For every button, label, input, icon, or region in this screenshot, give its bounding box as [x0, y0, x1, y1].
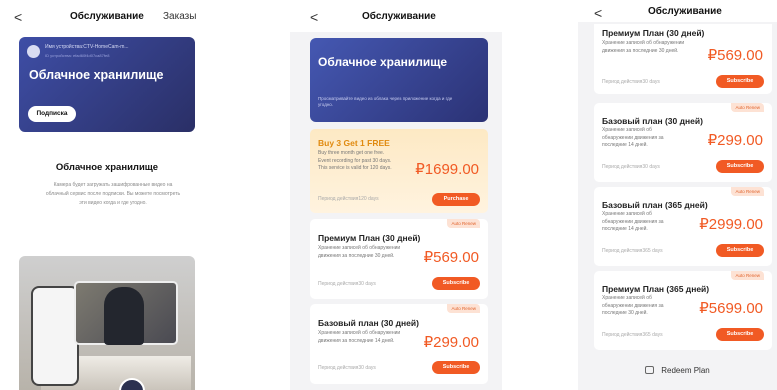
plan-description: Хранение записей об обнаружении движения… [318, 245, 401, 259]
plan-price: ₽5699.00 [699, 300, 763, 317]
intruder-figure [104, 287, 144, 345]
subscribe-button[interactable]: Subscribe [432, 361, 480, 374]
plan-title: Базовый план (30 дней) [318, 318, 419, 328]
plan-period: Период действия30 days [602, 164, 660, 170]
plan-description: Хранение записей об обнаружении движения… [602, 295, 664, 316]
auto-renew-badge: Auto Renew [731, 187, 764, 196]
plan-title: Базовый план (30 дней) [602, 116, 703, 126]
device-avatar-icon [27, 45, 40, 58]
back-icon[interactable]: < [594, 5, 602, 21]
auto-renew-badge: Auto Renew [731, 103, 764, 112]
back-icon[interactable]: < [14, 9, 22, 25]
plan-card: Auto Renew Базовый план (30 дней) Хранен… [310, 304, 488, 384]
section-title: Облачное хранилище [55, 162, 159, 173]
header: < Обслуживание [290, 0, 502, 32]
plan-price: ₽569.00 [423, 249, 479, 266]
plan-title: Премиум План (30 дней) [602, 28, 705, 38]
plan-period: Период действия365 days [602, 248, 663, 254]
subscribe-button[interactable]: Подписка [28, 106, 76, 122]
page-title: Обслуживание [362, 11, 436, 22]
auto-renew-badge: Auto Renew [447, 219, 480, 228]
plan-title: Buy 3 Get 1 FREE [318, 138, 390, 148]
plan-period: Период действия30 days [602, 79, 660, 85]
plan-card: Премиум План (30 дней) Хранение записей … [594, 24, 772, 94]
plan-description: Хранение записей об обнаружении движения… [318, 330, 401, 344]
screen-plans-scrolled: Премиум План (30 дней) Хранение записей … [578, 0, 777, 390]
page-title: Обслуживание [70, 11, 144, 22]
plan-price: ₽1699.00 [415, 161, 479, 178]
cloud-banner: Облачное хранилище Просматривайте видео … [310, 38, 488, 122]
plan-title: Премиум План (30 дней) [318, 233, 421, 243]
plan-price: ₽2999.00 [699, 216, 763, 233]
banner-description: Просматривайте видео из облака через при… [318, 96, 453, 107]
orders-link[interactable]: Заказы [163, 11, 196, 22]
auto-renew-badge: Auto Renew [447, 304, 480, 313]
device-name: Имя устройства:CTV-HomeCam-m... [45, 44, 129, 50]
purchase-button[interactable]: Purchase [432, 193, 480, 206]
plan-card: Auto Renew Базовый план (30 дней) Хранен… [594, 103, 772, 182]
banner-title: Облачное хранилище [29, 68, 164, 82]
back-icon[interactable]: < [310, 9, 318, 25]
plan-card: Auto Renew Премиум План (30 дней) Хранен… [310, 219, 488, 299]
header: < Обслуживание [578, 0, 777, 22]
plan-price: ₽569.00 [707, 47, 763, 64]
plan-period: Период действия365 days [602, 332, 663, 338]
plan-title: Премиум План (365 дней) [602, 284, 710, 294]
plan-period: Период действия30 days [318, 365, 376, 371]
screen-cloud-intro: < Обслуживание Заказы Имя устройства:CTV… [0, 0, 214, 390]
ticket-icon [645, 366, 655, 374]
plan-price: ₽299.00 [423, 334, 479, 351]
plan-card: Auto Renew Базовый план (365 дней) Хране… [594, 187, 772, 266]
redeem-plan-link[interactable]: Redeem Plan [578, 366, 777, 375]
device-id: ID устройства: efad60f4d07ca87fe8 [45, 53, 110, 58]
phone-graphic [31, 286, 79, 386]
auto-renew-badge: Auto Renew [731, 271, 764, 280]
redeem-label: Redeem Plan [661, 366, 710, 375]
subscribe-button[interactable]: Subscribe [716, 244, 764, 257]
plan-card: Buy 3 Get 1 FREE Buy three month get one… [310, 129, 488, 213]
plan-description: Хранение записей об обнаружении движения… [602, 211, 664, 232]
screen-plans-top: < Обслуживание Облачное хранилище Просма… [290, 0, 502, 390]
plan-period: Период действия120 days [318, 196, 379, 202]
promo-image [19, 256, 195, 390]
subscribe-button[interactable]: Subscribe [716, 328, 764, 341]
plan-description: Хранение записей об обнаружении движения… [602, 40, 685, 54]
camera-view-graphic [74, 281, 178, 345]
section-description: Камера будет загружать зашифрованные вид… [45, 182, 181, 206]
subscribe-button[interactable]: Subscribe [716, 160, 764, 173]
header: < Обслуживание Заказы [0, 0, 214, 32]
plan-title: Базовый план (365 дней) [602, 200, 708, 210]
plan-card: Auto Renew Премиум План (365 дней) Хране… [594, 271, 772, 350]
subscribe-button[interactable]: Subscribe [716, 75, 764, 88]
cloud-banner: Имя устройства:CTV-HomeCam-m... ID устро… [19, 37, 195, 132]
subscribe-button[interactable]: Subscribe [432, 277, 480, 290]
page-title: Обслуживание [648, 6, 722, 17]
banner-title: Облачное хранилище [318, 55, 448, 69]
plan-description: Buy three month get one free. Event reco… [318, 150, 392, 171]
plan-period: Период действия30 days [318, 281, 376, 287]
plan-price: ₽299.00 [707, 132, 763, 149]
plan-description: Хранение записей об обнаружении движения… [602, 127, 664, 148]
